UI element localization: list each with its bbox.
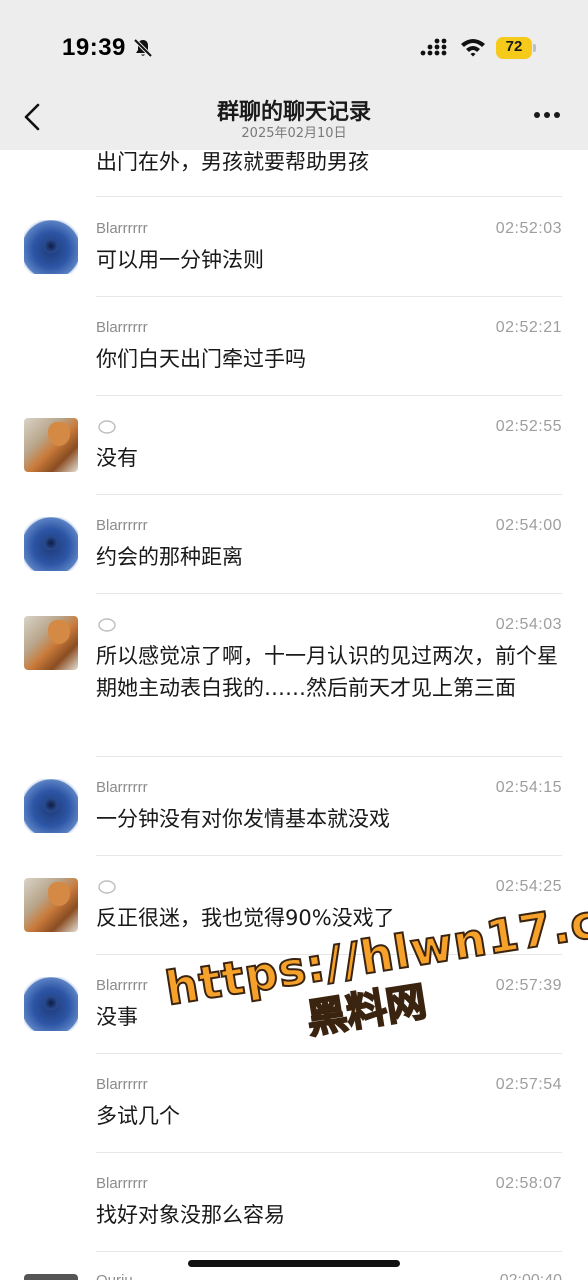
sender-name: Blarrrrrr: [96, 1076, 148, 1093]
message-timestamp: 02:52:21: [495, 319, 562, 336]
cellular-signal-icon: [420, 38, 447, 56]
divider: [96, 593, 562, 594]
divider: [96, 196, 562, 197]
sender-name: Blarrrrrr: [96, 779, 148, 796]
message-timestamp: 02:58:07: [495, 1175, 562, 1192]
avatar[interactable]: [24, 418, 78, 472]
message-timestamp: 02:57:54: [495, 1076, 562, 1093]
message-timestamp: 02:00:40: [500, 1272, 562, 1280]
divider: [96, 494, 562, 495]
message-text: 约会的那种距离: [96, 545, 243, 569]
avatar[interactable]: [24, 1274, 78, 1280]
avatar[interactable]: [24, 779, 78, 833]
nav-bar: 群聊的聊天记录 2025年02月10日: [0, 90, 588, 150]
divider: [96, 1152, 562, 1153]
battery-level: 72: [505, 38, 523, 55]
message-text: 没有: [96, 446, 138, 470]
status-time: 19:39: [62, 34, 126, 61]
message-text: 出门在外，男孩就要帮助男孩: [96, 150, 369, 174]
battery-indicator: 72: [496, 37, 536, 59]
sender-name: Blarrrrrr: [96, 977, 148, 994]
avatar[interactable]: [24, 977, 78, 1031]
wifi-icon: [461, 39, 485, 57]
message-text: 多试几个: [96, 1104, 180, 1128]
avatar[interactable]: [24, 517, 78, 571]
divider: [96, 756, 562, 757]
message-text: 你们白天出门牵过手吗: [96, 347, 306, 371]
home-indicator[interactable]: [188, 1260, 400, 1267]
page-subtitle-date: 2025年02月10日: [241, 126, 347, 141]
more-options-icon[interactable]: [534, 112, 560, 120]
sender-emoji-icon: [98, 420, 116, 434]
sender-name: Blarrrrrr: [96, 319, 148, 336]
message-text: 所以感觉凉了啊，十一月认识的见过两次，前个星期她主动表白我的……然后前天才见上第…: [96, 644, 558, 700]
message-text: 找好对象没那么容易: [96, 1203, 285, 1227]
message-timestamp: 02:52:55: [495, 418, 562, 435]
message-text: 一分钟没有对你发情基本就没戏: [96, 807, 390, 831]
sender-name: Blarrrrrr: [96, 220, 148, 237]
sender-name: Quriu: [96, 1272, 133, 1280]
status-bar: 19:39 72: [0, 0, 588, 90]
divider: [96, 395, 562, 396]
sender-emoji-icon: [98, 880, 116, 894]
sender-name: Blarrrrrr: [96, 1175, 148, 1192]
message-timestamp: 02:54:03: [495, 616, 562, 633]
bell-muted-icon: [133, 38, 153, 58]
divider: [96, 1251, 562, 1252]
sender-name: Blarrrrrr: [96, 517, 148, 534]
avatar[interactable]: [24, 878, 78, 932]
message-text: 可以用一分钟法则: [96, 248, 264, 272]
message-timestamp: 02:54:15: [495, 779, 562, 796]
message-timestamp: 02:54:25: [495, 878, 562, 895]
message-timestamp: 02:52:03: [495, 220, 562, 237]
divider: [96, 296, 562, 297]
message-timestamp: 02:54:00: [495, 517, 562, 534]
sender-emoji-icon: [98, 618, 116, 632]
avatar[interactable]: [24, 220, 78, 274]
avatar[interactable]: [24, 616, 78, 670]
chat-record-list[interactable]: 出门在外，男孩就要帮助男孩 Blarrrrrr 02:52:03 可以用一分钟法…: [0, 150, 588, 1280]
divider: [96, 855, 562, 856]
